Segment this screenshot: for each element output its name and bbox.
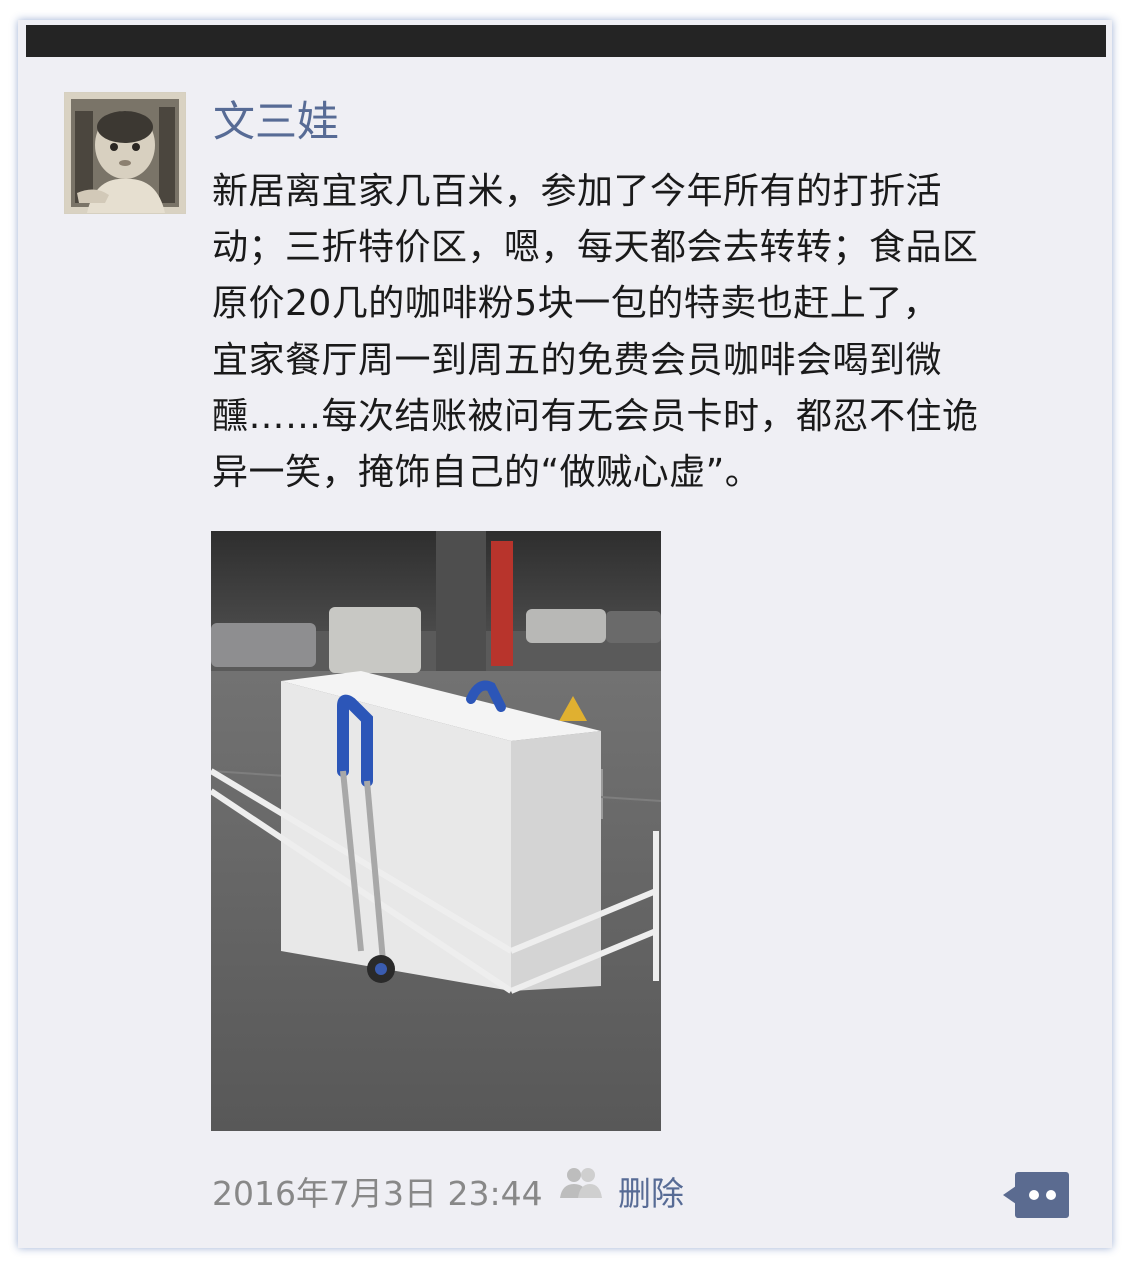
username[interactable]: 文三娃 bbox=[213, 96, 339, 148]
people-icon[interactable] bbox=[556, 1166, 604, 1202]
avatar[interactable] bbox=[64, 92, 186, 214]
cart-photo-image bbox=[211, 531, 661, 1131]
post-photo[interactable] bbox=[211, 531, 661, 1131]
post-timestamp: 2016年7月3日 23:44 bbox=[212, 1174, 543, 1213]
post-text: 新居离宜家几百米，参加了今年所有的打折活 动；三折特价区，嗯，每天都会去转转；食… bbox=[212, 171, 979, 494]
delete-link[interactable]: 删除 bbox=[618, 1172, 684, 1216]
comment-more-icon[interactable] bbox=[1003, 1172, 1069, 1218]
top-bar bbox=[26, 25, 1106, 57]
baby-photo-avatar-icon bbox=[65, 93, 185, 213]
